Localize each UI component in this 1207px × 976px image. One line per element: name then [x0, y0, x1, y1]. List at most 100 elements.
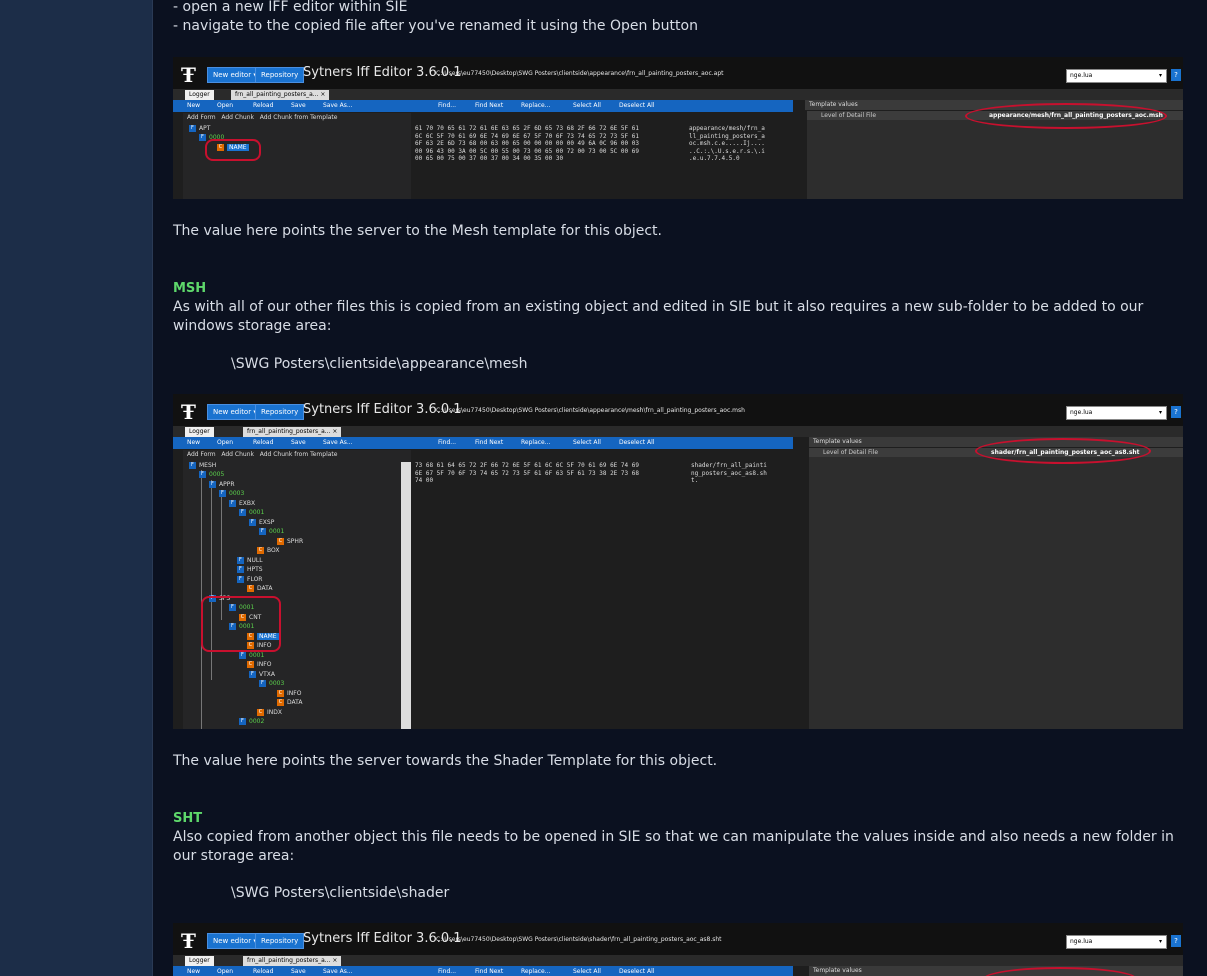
tab-logger[interactable]: Logger — [185, 956, 214, 966]
tree-node-0003[interactable]: F 0003 — [219, 489, 244, 498]
help-button[interactable]: ? — [1171, 406, 1181, 418]
node-label: VTXA — [259, 671, 275, 678]
tree-node-vtxa[interactable]: F VTXA — [249, 670, 275, 679]
find-button[interactable]: Find... — [438, 437, 456, 449]
tree-node-data[interactable]: C DATA — [277, 698, 302, 707]
lua-select[interactable]: nge.lua ▾ — [1066, 935, 1167, 949]
save-as-button[interactable]: Save As... — [323, 100, 353, 112]
file-path: C:\Users\eu77450\Desktop\SWG Posters\cli… — [436, 407, 745, 414]
open-button[interactable]: Open — [217, 100, 233, 112]
tree-node-exsp[interactable]: F EXSP — [249, 518, 274, 527]
tree-node-hpts[interactable]: F HPTS — [237, 565, 263, 574]
add-chunk-template-button[interactable]: Add Chunk from Template — [260, 114, 338, 121]
reload-button[interactable]: Reload — [253, 100, 273, 112]
select-all-button[interactable]: Select All — [573, 100, 601, 112]
save-button[interactable]: Save — [291, 966, 306, 976]
chunk-icon: C — [257, 709, 264, 716]
replace-button[interactable]: Replace... — [521, 100, 550, 112]
chunk-icon: C — [277, 699, 284, 706]
tab-file[interactable]: frn_all_painting_posters_a... × — [243, 956, 342, 966]
tree-node-mesh[interactable]: F MESH — [189, 461, 216, 470]
node-label: APT — [199, 125, 211, 132]
form-icon: F — [229, 500, 236, 507]
tab-file[interactable]: frn_all_painting_posters_a... × — [243, 427, 342, 437]
sie-titlebar: Ŧ New editor ▾ Repository Sytners Iff Ed… — [173, 394, 1183, 426]
tree-node-exbx[interactable]: F EXBX — [229, 499, 255, 508]
deselect-all-button[interactable]: Deselect All — [619, 100, 654, 112]
add-chunk-template-button[interactable]: Add Chunk from Template — [260, 451, 338, 458]
add-form-button[interactable]: Add Form — [187, 114, 216, 121]
sie-screenshot-sht: Ŧ New editor ▾ Repository Sytners Iff Ed… — [173, 923, 1183, 976]
repository-button[interactable]: Repository — [255, 67, 305, 83]
add-form-button[interactable]: Add Form — [187, 451, 216, 458]
save-button[interactable]: Save — [291, 100, 306, 112]
deselect-all-button[interactable]: Deselect All — [619, 437, 654, 449]
find-button[interactable]: Find... — [438, 100, 456, 112]
tree-node-0001[interactable]: F 0001 — [239, 508, 264, 517]
select-all-button[interactable]: Select All — [573, 966, 601, 976]
save-as-button[interactable]: Save As... — [323, 437, 353, 449]
add-chunk-button[interactable]: Add Chunk — [221, 451, 254, 458]
chevron-down-icon: ▾ — [1158, 409, 1162, 416]
new-button[interactable]: New — [187, 437, 200, 449]
ascii-view[interactable]: appearance/mesh/frn_a ll_painting_poster… — [689, 125, 805, 199]
sie-screenshot-msh: Ŧ New editor ▾ Repository Sytners Iff Ed… — [173, 394, 1183, 729]
select-all-button[interactable]: Select All — [573, 437, 601, 449]
msh-body: As with all of our other files this is c… — [173, 299, 1148, 334]
sht-heading: SHT — [173, 811, 203, 826]
tree-scrollbar[interactable] — [401, 462, 411, 729]
reload-button[interactable]: Reload — [253, 437, 273, 449]
tree-node-0005[interactable]: F 0005 — [199, 470, 224, 479]
repository-button[interactable]: Repository — [255, 933, 305, 949]
replace-button[interactable]: Replace... — [521, 437, 550, 449]
ascii-view[interactable]: shader/frn_all_painti ng_posters_aoc_as8… — [691, 462, 807, 729]
tab-logger[interactable]: Logger — [185, 427, 214, 437]
new-button[interactable]: New — [187, 100, 200, 112]
form-icon: F — [209, 481, 216, 488]
sie-logo: Ŧ — [181, 63, 196, 87]
help-button[interactable]: ? — [1171, 935, 1181, 947]
hex-view[interactable]: 61 70 70 65 61 72 61 6E 63 65 2F 6D 65 7… — [413, 125, 639, 199]
save-button[interactable]: Save — [291, 437, 306, 449]
save-as-button[interactable]: Save As... — [323, 966, 353, 976]
sht-body: Also copied from another object this fil… — [173, 829, 1179, 864]
find-next-button[interactable]: Find Next — [475, 437, 503, 449]
tree-node-box[interactable]: C BOX — [257, 546, 279, 555]
reload-button[interactable]: Reload — [253, 966, 273, 976]
tree-node-appr[interactable]: F APPR — [209, 480, 235, 489]
tree-node-0002[interactable]: F 0002 — [239, 717, 264, 726]
tree-node-sphr[interactable]: C SPHR — [277, 537, 303, 546]
form-icon: F — [199, 134, 206, 141]
tab-file[interactable]: frn_all_painting_posters_a... × — [231, 90, 330, 100]
intro-line-2: - navigate to the copied file after you'… — [173, 18, 698, 34]
deselect-all-button[interactable]: Deselect All — [619, 966, 654, 976]
find-next-button[interactable]: Find Next — [475, 966, 503, 976]
tree-node-indx[interactable]: C INDX — [257, 708, 282, 717]
form-icon: F — [239, 652, 246, 659]
editor-tabs: Logger frn_all_painting_posters_a... × — [173, 955, 1183, 966]
tree-node-flor[interactable]: F FLOR — [237, 575, 262, 584]
open-button[interactable]: Open — [217, 437, 233, 449]
hex-view[interactable]: 73 68 61 64 65 72 2F 66 72 6E 5F 61 6C 6… — [415, 462, 687, 729]
tree-node-0001[interactable]: F 0001 — [239, 651, 264, 660]
node-label: DATA — [257, 585, 273, 592]
tree-node-null[interactable]: F NULL — [237, 556, 263, 565]
new-button[interactable]: New — [187, 966, 200, 976]
help-button[interactable]: ? — [1171, 69, 1181, 81]
repository-button[interactable]: Repository — [255, 404, 305, 420]
tree-node-0001[interactable]: F 0001 — [259, 527, 284, 536]
tree-node-info[interactable]: C INFO — [277, 689, 301, 698]
find-button[interactable]: Find... — [438, 966, 456, 976]
tab-logger[interactable]: Logger — [185, 90, 214, 100]
tree-node-apt[interactable]: F APT — [189, 124, 210, 133]
highlight-box — [205, 139, 261, 161]
tree-node-info[interactable]: C INFO — [247, 660, 271, 669]
open-button[interactable]: Open — [217, 966, 233, 976]
tree-node-data[interactable]: C DATA — [247, 584, 272, 593]
lua-select[interactable]: nge.lua ▾ — [1066, 69, 1167, 83]
replace-button[interactable]: Replace... — [521, 966, 550, 976]
lua-select[interactable]: nge.lua ▾ — [1066, 406, 1167, 420]
tree-node-0003[interactable]: F 0003 — [259, 679, 284, 688]
find-next-button[interactable]: Find Next — [475, 100, 503, 112]
add-chunk-button[interactable]: Add Chunk — [221, 114, 254, 121]
